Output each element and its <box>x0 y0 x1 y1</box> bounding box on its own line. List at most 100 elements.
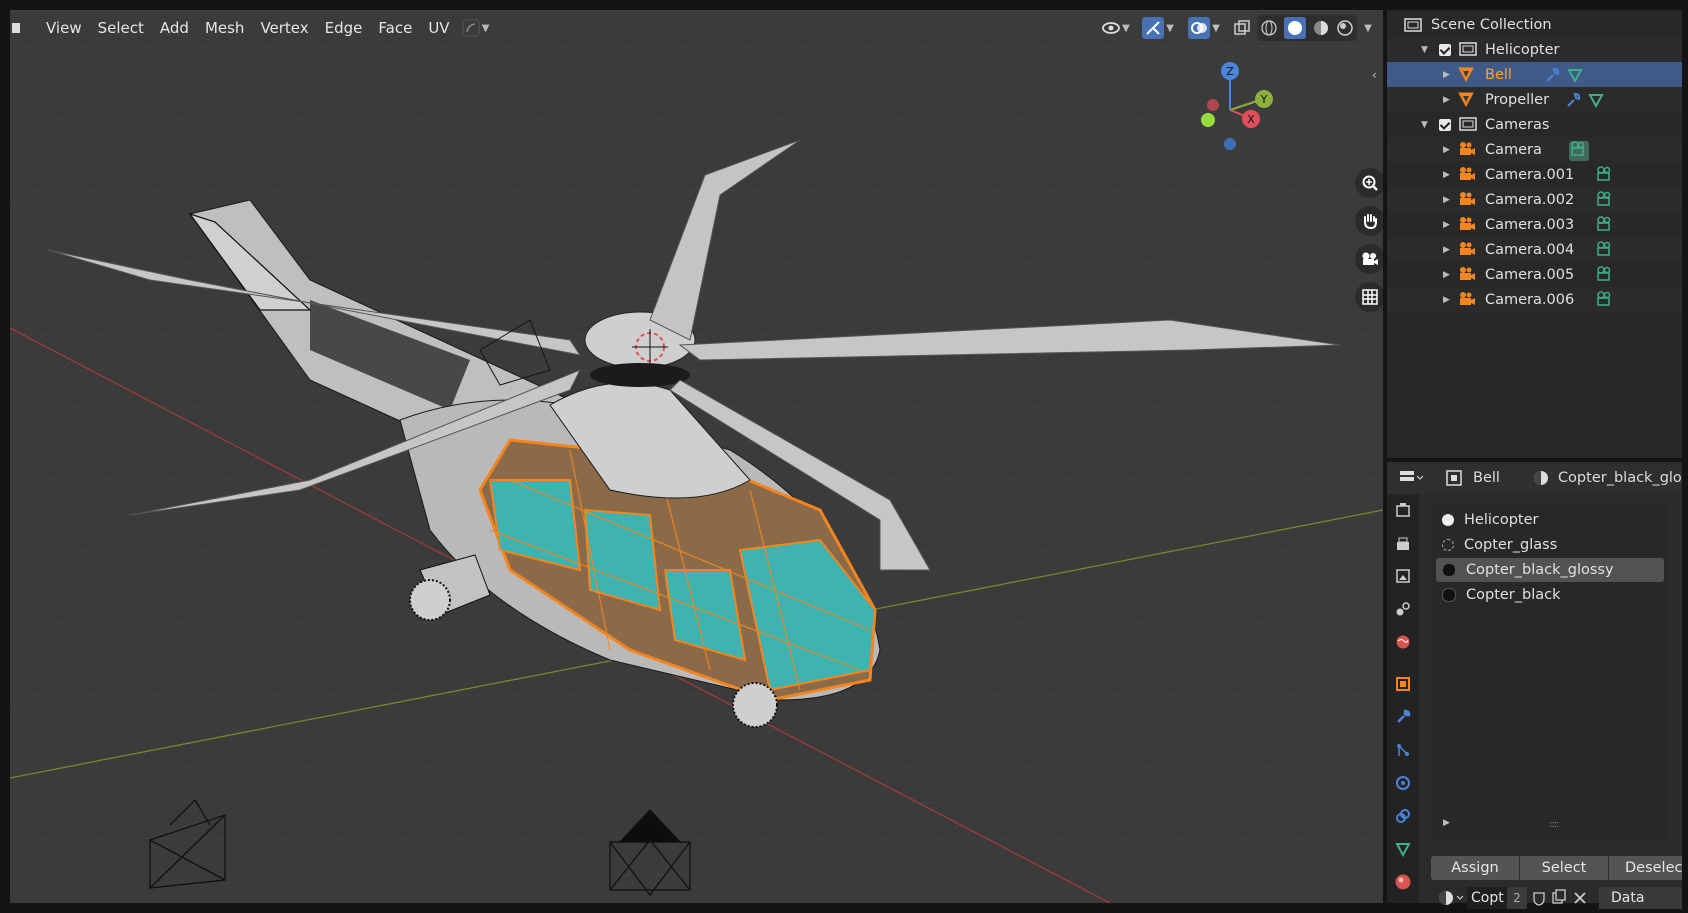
tab-tool-icon[interactable] <box>1391 498 1415 522</box>
camera-data-icon[interactable] <box>1569 141 1589 157</box>
outliner-item-label: Bell <box>1485 66 1512 83</box>
menu-add[interactable]: Add <box>152 15 197 41</box>
material-shading-icon[interactable] <box>1312 19 1330 37</box>
expand-triangle-icon[interactable]: ▶ <box>1443 70 1450 80</box>
outliner-item-camera-003[interactable]: ▶ Camera.003 <box>1387 212 1682 237</box>
scene-canvas[interactable] <box>10 10 1383 903</box>
tab-render-icon[interactable] <box>1391 532 1415 556</box>
navigation-gizmo[interactable]: Z Y X <box>1188 55 1278 155</box>
outliner-item-label: Propeller <box>1485 91 1550 108</box>
tab-object-icon[interactable] <box>1391 672 1415 696</box>
assign-button[interactable]: Assign <box>1431 856 1519 880</box>
tab-constraints-icon[interactable] <box>1391 804 1415 828</box>
duplicate-icon[interactable] <box>1551 889 1567 905</box>
camera-data-icon[interactable] <box>1595 291 1615 307</box>
outliner-item-camera-006[interactable]: ▶ Camera.006 <box>1387 287 1682 312</box>
expand-triangle-icon[interactable]: ▶ <box>1443 270 1450 280</box>
menu-select[interactable]: Select <box>90 15 152 41</box>
menu-uv[interactable]: UV <box>420 15 457 41</box>
outliner-item-camera-002[interactable]: ▶ Camera.002 <box>1387 187 1682 212</box>
material-slot-copter-black-glossy[interactable]: Copter_black_glossy <box>1436 558 1664 582</box>
object-icon <box>1446 470 1462 486</box>
wireframe-shading-icon[interactable] <box>1260 19 1278 37</box>
material-name-field[interactable]: Copt <box>1467 887 1507 909</box>
pan-hand-icon[interactable] <box>1355 206 1383 236</box>
menu-vertex[interactable]: Vertex <box>252 15 316 41</box>
mesh-object-icon <box>1457 91 1475 111</box>
expand-triangle-icon[interactable]: ▶ <box>1443 220 1450 230</box>
expand-triangle-icon[interactable]: ▶ <box>1443 195 1450 205</box>
camera-data-icon[interactable] <box>1595 266 1615 282</box>
camera-data-icon[interactable] <box>1595 216 1615 232</box>
uv-sync-dropdown[interactable]: ▼ <box>458 15 494 41</box>
tab-scene-icon[interactable] <box>1391 597 1415 621</box>
outliner-item-camera-004[interactable]: ▶ Camera.004 <box>1387 237 1682 262</box>
menu-edge[interactable]: Edge <box>317 15 371 41</box>
tab-modifier-wrench-icon[interactable] <box>1391 705 1415 729</box>
browse-material-icon[interactable] <box>1437 889 1465 907</box>
xray-toggle-icon[interactable] <box>1227 15 1257 41</box>
camera-data-icon[interactable] <box>1595 166 1615 182</box>
tab-world-icon[interactable] <box>1391 630 1415 654</box>
editor-type-icon[interactable] <box>10 15 24 41</box>
visibility-eye-icon[interactable]: ▼ <box>1097 15 1135 41</box>
sidebar-toggle-arrow[interactable]: ‹ <box>1372 68 1377 82</box>
expand-triangle-icon[interactable]: ▶ <box>1443 295 1450 305</box>
camera-object-icon <box>1457 141 1477 161</box>
camera-view-icon[interactable] <box>1355 244 1383 274</box>
expand-triangle-icon[interactable]: ▶ <box>1443 170 1450 180</box>
material-slot-helicopter[interactable]: Helicopter <box>1436 508 1664 532</box>
gizmo-toggle-icon[interactable]: ▼ <box>1135 15 1181 41</box>
tab-physics-icon[interactable] <box>1391 771 1415 795</box>
rendered-shading-icon[interactable] <box>1336 19 1354 37</box>
ortho-grid-icon[interactable] <box>1355 282 1383 312</box>
modifier-wrench-icon[interactable] <box>1565 92 1581 108</box>
expand-triangle-icon[interactable]: ▼ <box>1421 45 1428 55</box>
material-slot-copter-glass[interactable]: Copter_glass <box>1436 533 1664 557</box>
shading-mode-group <box>1257 15 1357 41</box>
deselect-button[interactable]: Deselec <box>1609 856 1682 880</box>
material-slot-copter-black[interactable]: Copter_black <box>1436 583 1664 607</box>
overlays-toggle-icon[interactable]: ▼ <box>1181 15 1227 41</box>
resize-handle-icon[interactable]: :::: <box>1549 819 1560 830</box>
tab-data-mesh-icon[interactable] <box>1391 837 1415 861</box>
outliner-item-camera[interactable]: ▶ Camera <box>1387 137 1682 162</box>
select-button[interactable]: Select <box>1520 856 1608 880</box>
outliner-item-propeller[interactable]: ▶ Propeller <box>1387 87 1682 112</box>
expand-arrow-icon[interactable]: ▶ <box>1443 818 1450 828</box>
outliner-item-camera-005[interactable]: ▶ Camera.005 <box>1387 262 1682 287</box>
outliner-item-bell[interactable]: ▶ Bell <box>1387 62 1682 87</box>
camera-data-icon[interactable] <box>1595 241 1615 257</box>
mesh-data-icon[interactable] <box>1588 92 1604 109</box>
outliner-item-camera-001[interactable]: ▶ Camera.001 <box>1387 162 1682 187</box>
tab-output-icon[interactable] <box>1391 564 1415 588</box>
menu-face[interactable]: Face <box>370 15 420 41</box>
mesh-data-icon[interactable] <box>1567 67 1583 84</box>
menu-view[interactable]: View <box>38 15 90 41</box>
tab-particles-icon[interactable] <box>1391 738 1415 762</box>
expand-triangle-icon[interactable]: ▶ <box>1443 245 1450 255</box>
link-mode-dropdown[interactable]: Data <box>1599 887 1682 909</box>
expand-triangle-icon[interactable]: ▶ <box>1443 145 1450 155</box>
outliner-scene-collection[interactable]: Scene Collection <box>1387 12 1682 37</box>
fake-user-shield-icon[interactable] <box>1531 890 1547 906</box>
tab-material-icon[interactable] <box>1391 870 1415 894</box>
material-slot-list[interactable]: Helicopter Copter_glass Copter_black_gloss… <box>1431 504 1667 840</box>
expand-triangle-icon[interactable]: ▼ <box>1421 120 1428 130</box>
include-checkbox[interactable] <box>1439 118 1451 131</box>
camera-data-icon[interactable] <box>1595 191 1615 207</box>
modifier-wrench-icon[interactable] <box>1544 67 1560 83</box>
menu-mesh[interactable]: Mesh <box>197 15 253 41</box>
zoom-icon[interactable] <box>1355 168 1383 198</box>
properties-panel: Bell Copter_black_glo Helicopter Copter_g… <box>1387 462 1682 909</box>
outliner-item-cameras[interactable]: ▼ Cameras <box>1387 112 1682 137</box>
include-checkbox[interactable] <box>1439 43 1451 56</box>
user-count-badge[interactable]: 2 <box>1507 887 1527 909</box>
expand-triangle-icon[interactable]: ▶ <box>1443 95 1450 105</box>
editor-type-icon[interactable] <box>1399 469 1423 487</box>
shading-options-dropdown[interactable]: ▼ <box>1357 15 1377 41</box>
3d-viewport[interactable]: View Select Add Mesh Vertex Edge Face UV… <box>10 10 1383 903</box>
outliner-item-helicopter[interactable]: ▼ Helicopter <box>1387 37 1682 62</box>
solid-shading-icon[interactable] <box>1284 17 1306 39</box>
unlink-close-icon[interactable] <box>1573 891 1587 905</box>
